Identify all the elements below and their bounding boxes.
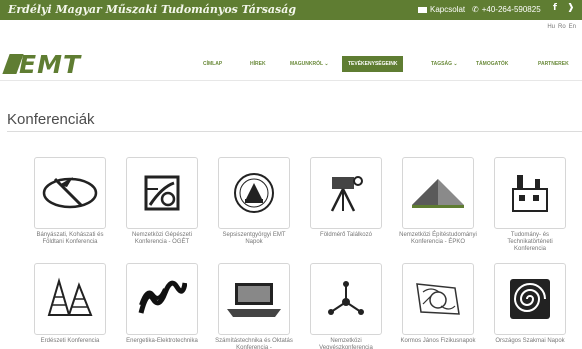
phone-number: +40-264-590825 xyxy=(481,5,541,14)
envelope-icon xyxy=(418,6,427,13)
emblem-icon xyxy=(234,173,274,213)
surveyor-icon xyxy=(330,176,363,212)
roof-icon xyxy=(412,179,464,208)
conference-image-link[interactable] xyxy=(34,157,106,229)
contact-link[interactable]: Kapcsolat xyxy=(418,5,465,14)
conference-card[interactable]: Nemzetközi Építéstudományi Konferencia -… xyxy=(399,157,477,246)
conference-card[interactable]: Erdészeti Konferencia xyxy=(31,263,109,345)
nav-partners[interactable]: PARTNEREK xyxy=(538,56,569,72)
conference-image-link[interactable] xyxy=(310,157,382,229)
conference-label: Kormos János Fizikusnapok xyxy=(400,338,476,344)
page-title: Konferenciák xyxy=(7,111,95,128)
trees-icon xyxy=(47,277,93,316)
lang-ro[interactable]: Ro xyxy=(558,24,566,30)
conference-image-link[interactable] xyxy=(126,263,198,335)
conference-card[interactable]: Tudomány- és Technikatörténeti Konferenc… xyxy=(491,157,569,253)
top-bar: Erdélyi Magyar Műszaki Tudományos Társas… xyxy=(0,0,582,20)
emt-logo[interactable]: EMT xyxy=(19,52,81,77)
conference-card[interactable]: Sepsiszentgyörgyi EMT Napok xyxy=(215,157,293,246)
conference-image-link[interactable] xyxy=(494,263,566,335)
conference-label: Tudomány- és Technikatörténeti Konferenc… xyxy=(507,232,553,252)
nav-sponsors[interactable]: TÁMOGATÓK xyxy=(476,56,508,72)
lang-en[interactable]: En xyxy=(569,24,576,30)
conference-image-link[interactable] xyxy=(218,157,290,229)
spiral-icon xyxy=(510,279,550,319)
nav-membership[interactable]: TAGSÁG ⌄ xyxy=(431,56,458,72)
conference-card[interactable]: Nemzetközi Gépészeti Konferencia - OGÉT xyxy=(123,157,201,246)
conference-label: Energetika-Elektrotechnika xyxy=(126,338,198,344)
conference-image-link[interactable] xyxy=(310,263,382,335)
factory-icon xyxy=(512,175,548,212)
phone-link[interactable]: ✆ +40-264-590825 xyxy=(472,5,541,14)
conference-image-link[interactable] xyxy=(34,263,106,335)
conference-label: Számítástechnika és Oktatás Konferencia … xyxy=(215,338,293,349)
org-name: Erdélyi Magyar Műszaki Tudományos Társas… xyxy=(8,3,297,16)
conference-image-link[interactable] xyxy=(402,157,474,229)
molecule-icon xyxy=(328,281,364,315)
conference-card[interactable]: Nemzetközi Vegyészkonferencia xyxy=(307,263,385,349)
conference-label: Nemzetközi Építéstudományi Konferencia -… xyxy=(399,232,477,245)
nav-activities[interactable]: TEVÉKENYSÉGEINK xyxy=(342,56,404,72)
nav-home[interactable]: CÍMLAP xyxy=(203,56,222,72)
language-switcher: Hu Ro En xyxy=(547,24,576,30)
contact-label: Kapcsolat xyxy=(430,5,466,14)
header-divider xyxy=(0,80,582,81)
conference-card[interactable]: Bányászati, Kohászati és Földtani Konfer… xyxy=(31,157,109,246)
energy-waves-icon xyxy=(138,280,187,314)
conference-label: Sepsiszentgyörgyi EMT Napok xyxy=(222,232,286,245)
conference-image-link[interactable] xyxy=(494,157,566,229)
lang-hu[interactable]: Hu xyxy=(547,24,555,30)
laptop-icon xyxy=(227,283,281,317)
mining-icon xyxy=(42,177,98,209)
twitter-icon[interactable]: ❱ xyxy=(567,3,575,13)
facebook-icon[interactable]: f xyxy=(553,3,557,13)
physics-sketch-icon xyxy=(416,283,460,315)
conference-card[interactable]: Kormos János Fizikusnapok xyxy=(399,263,477,345)
conference-label: Nemzetközi Gépészeti Konferencia - OGÉT xyxy=(131,232,193,245)
conference-card[interactable]: Országos Szakmai Napok xyxy=(491,263,569,345)
conference-card[interactable]: Energetika-Elektrotechnika xyxy=(123,263,201,345)
conference-card[interactable]: Földmérő Találkozó xyxy=(307,157,385,239)
conference-label: Országos Szakmai Napok xyxy=(495,338,565,344)
conference-image-link[interactable] xyxy=(126,157,198,229)
conference-image-link[interactable] xyxy=(218,263,290,335)
conference-label: Nemzetközi Vegyészkonferencia xyxy=(319,338,373,349)
nav-about[interactable]: MAGUNKRÓL ⌄ xyxy=(290,56,329,72)
conference-card[interactable]: Számítástechnika és Oktatás Konferencia … xyxy=(215,263,293,349)
title-divider xyxy=(7,131,582,132)
conference-label: Földmérő Találkozó xyxy=(320,232,372,238)
phone-icon: ✆ xyxy=(472,5,479,14)
nav-news[interactable]: HÍREK xyxy=(250,56,266,72)
conference-image-link[interactable] xyxy=(402,263,474,335)
conference-label: Bányászati, Kohászati és Földtani Konfer… xyxy=(36,232,104,245)
gear-machine-icon xyxy=(144,175,180,211)
conference-label: Erdészeti Konferencia xyxy=(40,338,100,344)
